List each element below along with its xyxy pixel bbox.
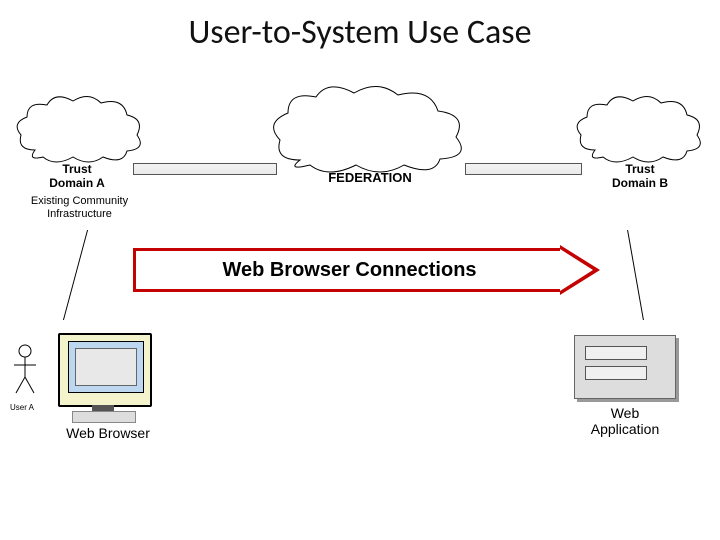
label-web-browser: Web Browser bbox=[58, 425, 158, 441]
cloud-trust-domain-b bbox=[575, 95, 705, 165]
server-group: WebApplication bbox=[570, 335, 720, 475]
label-existing-infrastructure: Existing CommunityInfrastructure bbox=[12, 195, 147, 220]
arrow-label: Web Browser Connections bbox=[133, 248, 563, 292]
label-trust-domain-b: TrustDomain B bbox=[590, 162, 690, 191]
label-federation: FEDERATION bbox=[290, 170, 450, 186]
monitor-screen bbox=[68, 341, 144, 393]
client-group: User A Web Browser bbox=[10, 325, 190, 465]
connector-federation-to-b bbox=[465, 163, 582, 175]
server-slot bbox=[585, 366, 647, 380]
window-icon bbox=[75, 348, 137, 386]
connector-a-to-federation bbox=[133, 163, 277, 175]
cloud-trust-domain-a bbox=[15, 95, 145, 165]
keyboard-icon bbox=[72, 411, 136, 423]
label-web-application: WebApplication bbox=[570, 405, 680, 437]
monitor-icon bbox=[58, 333, 152, 407]
label-trust-domain-a: TrustDomain A bbox=[22, 162, 132, 191]
arrow-web-browser-connections: Web Browser Connections bbox=[133, 248, 603, 292]
assoc-line-user bbox=[63, 230, 88, 320]
user-icon bbox=[10, 343, 40, 399]
diagram-title: User-to-System Use Case bbox=[0, 12, 720, 53]
assoc-line-app bbox=[627, 230, 644, 320]
label-user-a: User A bbox=[10, 403, 34, 412]
server-slot bbox=[585, 346, 647, 360]
server-icon bbox=[574, 335, 676, 399]
cloud-federation bbox=[270, 85, 470, 175]
arrow-head-icon bbox=[560, 245, 600, 295]
